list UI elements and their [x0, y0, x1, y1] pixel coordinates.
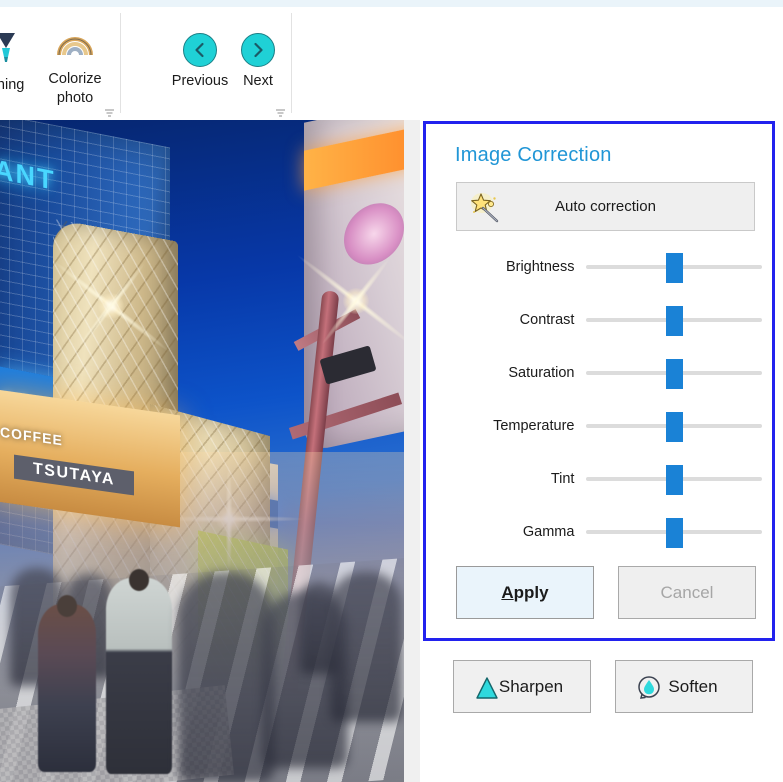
slider-contrast[interactable]	[586, 306, 756, 334]
slider-label-contrast: Contrast	[456, 312, 586, 328]
retouch-group-expander[interactable]	[103, 107, 116, 120]
slider-row-tint: Tint	[456, 464, 756, 494]
apply-rest-chars: pply	[514, 583, 549, 602]
image-correction-panel: Image Correction Auto correction	[423, 121, 775, 641]
pedestrian-blur-5	[330, 572, 402, 722]
slider-label-brightness: Brightness	[456, 259, 586, 275]
navigate-group-expander[interactable]	[274, 107, 287, 120]
window-top-strip	[0, 0, 783, 7]
ribbon-toolbar: ching Colorize photo	[0, 7, 783, 120]
pedestrian-man-center	[106, 578, 172, 774]
slider-gamma[interactable]	[586, 518, 756, 546]
ribbon-button-next[interactable]: Next	[227, 33, 289, 91]
rainbow-colorize-icon	[55, 29, 95, 65]
ribbon-button-retouching-label: ching	[0, 76, 24, 95]
ribbon-button-next-label: Next	[243, 72, 273, 91]
pedestrian-blur-6	[300, 582, 338, 674]
lens-flare-2	[355, 300, 357, 302]
apply-button-label: Apply	[501, 583, 548, 603]
image-canvas-area[interactable]: ANT M COFFEE TSUTAYA	[0, 120, 420, 782]
slider-row-contrast: Contrast	[456, 305, 756, 335]
pedestrian-head-2	[129, 569, 149, 591]
ribbon-group-divider-2	[291, 13, 292, 113]
slider-saturation[interactable]	[586, 359, 756, 387]
slider-thumb-contrast[interactable]	[666, 306, 683, 336]
slider-thumb-temperature[interactable]	[666, 412, 683, 442]
building-round-sign	[344, 197, 404, 270]
chevron-right-circle-icon	[241, 33, 275, 67]
slider-thumb-tint[interactable]	[666, 465, 683, 495]
ribbon-button-colorize-photo[interactable]: Colorize photo	[34, 29, 116, 108]
magic-wand-icon	[469, 191, 501, 223]
ribbon-button-colorize-photo-label: Colorize photo	[48, 70, 101, 108]
chevron-left-circle-icon	[183, 33, 217, 67]
apply-button[interactable]: Apply	[456, 566, 594, 619]
cancel-button[interactable]: Cancel	[618, 566, 756, 619]
ribbon-button-previous[interactable]: Previous	[169, 33, 231, 91]
building-light-band	[304, 125, 404, 191]
slider-label-saturation: Saturation	[456, 365, 586, 381]
slider-temperature[interactable]	[586, 412, 756, 440]
photo-preview[interactable]: ANT M COFFEE TSUTAYA	[0, 120, 404, 782]
tools-panel: Image Correction Auto correction	[420, 120, 783, 782]
pedestrian-head	[57, 595, 77, 617]
slider-row-temperature: Temperature	[456, 411, 756, 441]
cancel-button-label: Cancel	[661, 583, 714, 603]
slider-label-gamma: Gamma	[456, 524, 586, 540]
ribbon-button-previous-label: Previous	[172, 72, 228, 91]
auto-correction-label: Auto correction	[457, 198, 754, 215]
auto-correction-button[interactable]: Auto correction	[456, 182, 755, 231]
droplet-soften-icon	[636, 675, 662, 701]
slider-brightness[interactable]	[586, 253, 756, 281]
ribbon-group-navigate: Previous Next	[121, 7, 292, 120]
image-correction-title: Image Correction	[455, 144, 612, 167]
triangle-sharpen-icon	[474, 675, 500, 701]
soften-button[interactable]: Soften	[615, 660, 753, 713]
slider-label-temperature: Temperature	[456, 418, 586, 434]
slider-tint[interactable]	[586, 465, 756, 493]
slider-thumb-brightness[interactable]	[666, 253, 683, 283]
apply-accel-char: A	[501, 583, 513, 602]
ribbon-group-retouch: ching Colorize photo	[0, 7, 121, 120]
photo-editor-window: ching Colorize photo	[0, 0, 783, 782]
canvas-gap-strip	[404, 240, 420, 782]
sharpen-button[interactable]: Sharpen	[453, 660, 591, 713]
retouch-brush-icon	[0, 29, 25, 71]
slider-thumb-gamma[interactable]	[666, 518, 683, 548]
slider-thumb-saturation[interactable]	[666, 359, 683, 389]
slider-row-brightness: Brightness	[456, 252, 756, 282]
pedestrian-woman	[38, 604, 96, 772]
slider-label-tint: Tint	[456, 471, 586, 487]
slider-row-saturation: Saturation	[456, 358, 756, 388]
pedestrian-blur-3	[178, 572, 274, 782]
lens-flare-1	[110, 305, 112, 307]
slider-row-gamma: Gamma	[456, 517, 756, 547]
